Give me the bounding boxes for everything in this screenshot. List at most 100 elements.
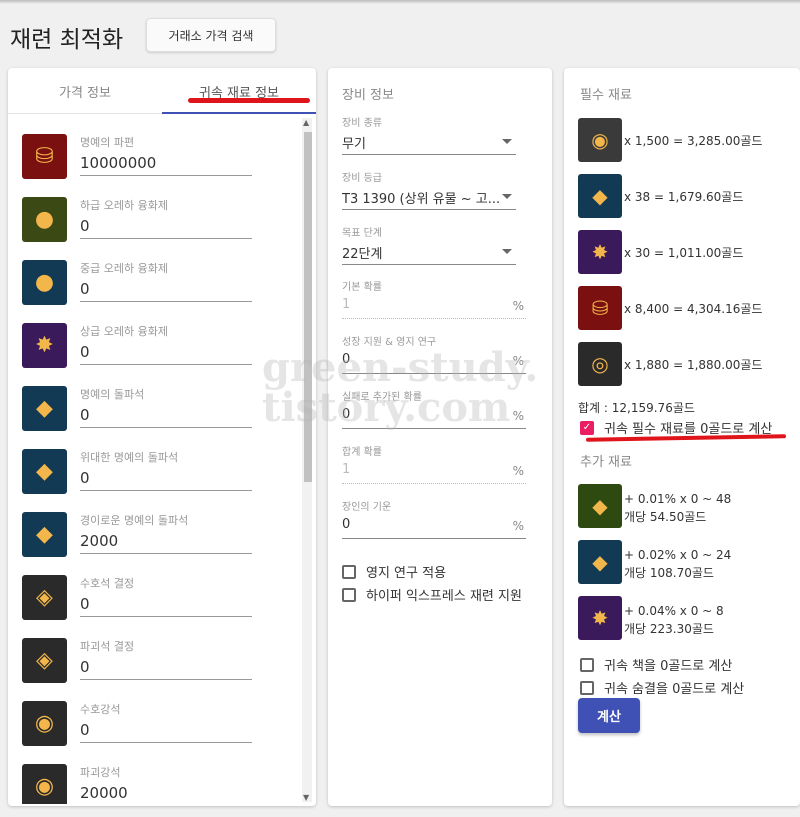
active-tab-indicator [162, 112, 316, 114]
field-input: 1% [342, 462, 526, 484]
material-label: 경이로운 명예의 돌파석 [80, 514, 189, 527]
extra-bonus: + 0.01% x 0 ~ 48 [624, 492, 732, 506]
scrollbar[interactable]: ▲ ▼ [302, 118, 312, 802]
material-quantity-input[interactable]: 0 [80, 339, 252, 365]
field-label: 기본 확률 [342, 282, 382, 293]
hyper-express-checkbox[interactable]: 하이퍼 익스프레스 재련 지원 [342, 585, 522, 604]
top-shadow [0, 0, 800, 4]
field-label: 장비 종류 [342, 118, 382, 129]
field-value: 1 [342, 462, 351, 477]
material-label: 중급 오레하 융화제 [80, 262, 168, 275]
required-material-cost: x 38 = 1,679.60골드 [624, 190, 744, 204]
check-icon: ✓ [580, 420, 594, 435]
material-item: ◈ 파괴석 결정 0 [22, 634, 292, 694]
field-select[interactable]: 22단계 [342, 243, 516, 265]
tab-bound-materials[interactable]: 귀속 재료 정보 [162, 68, 316, 114]
checkbox-label: 귀속 숨결을 0골드로 계산 [604, 682, 745, 697]
equipment-field: 실패로 추가된 확률 0% [342, 388, 526, 429]
material-label: 명예의 돌파석 [80, 388, 145, 401]
page-title: 재련 최적화 [10, 27, 124, 53]
field-value: 0 [342, 352, 351, 367]
material-item: ◈ 수호석 결정 0 [22, 571, 292, 631]
extra-material-info: + 0.02% x 0 ~ 24 개당 108.70골드 [624, 546, 731, 582]
checkbox-icon [580, 657, 594, 672]
percent-suffix: % [512, 464, 524, 478]
material-item: ● 중급 오레하 융화제 0 [22, 256, 292, 316]
equipment-field: 성장 지원 & 영지 연구 0% [342, 333, 526, 374]
bound-book-checkbox[interactable]: 귀속 책을 0골드로 계산 [580, 655, 732, 674]
high-fusion-icon: ✸ [578, 230, 622, 274]
scroll-thumb[interactable] [304, 132, 312, 482]
mid-fusion-icon: ● [22, 260, 67, 305]
material-quantity-input[interactable]: 0 [80, 402, 252, 428]
guardian-stone-icon: ◉ [22, 701, 67, 746]
checkbox-icon [580, 680, 594, 695]
material-quantity-input[interactable]: 0 [80, 465, 252, 491]
total-cost: 합계 : 12,159.76골드 [578, 401, 695, 415]
solar-grace-icon: ◆ [578, 484, 622, 528]
equipment-panel: 장비 정보 장비 종류 무기 장비 등급 T3 1390 (상위 유물 ~ 고... 목… [328, 68, 552, 806]
breakthrough-stone-icon: ◆ [22, 386, 67, 431]
percent-suffix: % [512, 354, 524, 368]
material-quantity-input[interactable]: 0 [80, 717, 252, 743]
checkbox-label: 하이퍼 익스프레스 재련 지원 [366, 589, 522, 604]
material-quantity-input[interactable]: 0 [80, 276, 252, 302]
field-value: 0 [342, 407, 351, 422]
material-list: ⛁ 명예의 파편 10000000 ● 하급 오레하 융화제 0 ● 중급 오레하 융화제 0 ✸… [8, 116, 304, 804]
checkbox-label: 영지 연구 적용 [366, 566, 447, 581]
field-select[interactable]: T3 1390 (상위 유물 ~ 고... [342, 188, 516, 210]
material-quantity-input[interactable]: 0 [80, 591, 252, 617]
extra-material-row: ◆ + 0.02% x 0 ~ 24 개당 108.70골드 [578, 540, 798, 586]
checkbox-label: 귀속 책을 0골드로 계산 [604, 659, 733, 674]
tab-price-info[interactable]: 가격 정보 [8, 68, 162, 114]
great-breakthrough-stone-icon: ◆ [22, 449, 67, 494]
equipment-field: 합계 확률 1% [342, 443, 526, 484]
calculate-button[interactable]: 계산 [578, 698, 640, 733]
scroll-up-icon[interactable]: ▲ [303, 118, 309, 127]
material-item: ◆ 명예의 돌파석 0 [22, 382, 292, 442]
destruction-stone-icon: ◉ [578, 118, 622, 162]
material-label: 상급 오레하 융화제 [80, 325, 168, 338]
solar-blessing-icon: ◆ [578, 540, 622, 584]
bound-materials-panel: 가격 정보 귀속 재료 정보 ⛁ 명예의 파편 10000000 ● 하급 오레하 융화… [8, 68, 316, 806]
scroll-down-icon[interactable]: ▼ [303, 793, 309, 802]
field-label: 목표 단계 [342, 228, 382, 239]
extra-material-info: + 0.04% x 0 ~ 8 개당 223.30골드 [624, 602, 724, 638]
destruction-crystal-icon: ◈ [22, 638, 67, 683]
material-label: 파괴강석 [80, 766, 121, 779]
field-select[interactable]: 무기 [342, 133, 516, 155]
field-value: T3 1390 (상위 유물 ~ 고... [342, 192, 501, 207]
territory-research-checkbox[interactable]: 영지 연구 적용 [342, 562, 446, 581]
material-quantity-input[interactable]: 2000 [80, 528, 252, 554]
market-price-search-button[interactable]: 거래소 가격 검색 [146, 18, 276, 52]
material-item: ✸ 상급 오레하 융화제 0 [22, 319, 292, 379]
high-fusion-icon: ✸ [22, 323, 67, 368]
material-quantity-input[interactable]: 20000 [80, 780, 252, 804]
required-material-row: ◆ x 38 = 1,679.60골드 [578, 174, 798, 220]
equipment-field: 장비 등급 T3 1390 (상위 유물 ~ 고... [342, 169, 516, 210]
equipment-field: 목표 단계 22단계 [342, 224, 516, 265]
material-quantity-input[interactable]: 10000000 [80, 150, 252, 176]
equipment-field: 장인의 기운 0% [342, 498, 526, 539]
extra-unit-price: 개당 108.70골드 [624, 566, 714, 580]
field-value: 0 [342, 517, 351, 532]
extra-bonus: + 0.02% x 0 ~ 24 [624, 548, 732, 562]
field-input[interactable]: 0% [342, 352, 526, 374]
dropdown-arrow-icon [502, 139, 512, 144]
annotation-underline [188, 98, 310, 103]
field-input[interactable]: 0% [342, 517, 526, 539]
material-quantity-input[interactable]: 0 [80, 654, 252, 680]
material-label: 수호강석 [80, 703, 121, 716]
required-material-cost: x 1,500 = 3,285.00골드 [624, 134, 763, 148]
extra-unit-price: 개당 223.30골드 [624, 622, 714, 636]
equipment-field: 장비 종류무기 [342, 114, 516, 155]
material-quantity-input[interactable]: 0 [80, 213, 252, 239]
guardian-crystal-icon: ◈ [22, 575, 67, 620]
field-label: 합계 확률 [342, 447, 382, 458]
material-label: 파괴석 결정 [80, 640, 135, 653]
dropdown-arrow-icon [502, 249, 512, 254]
material-item: ◆ 위대한 명예의 돌파석 0 [22, 445, 292, 505]
bound-breath-checkbox[interactable]: 귀속 숨결을 0골드로 계산 [580, 678, 744, 697]
dropdown-arrow-icon [502, 194, 512, 199]
field-input[interactable]: 0% [342, 407, 526, 429]
